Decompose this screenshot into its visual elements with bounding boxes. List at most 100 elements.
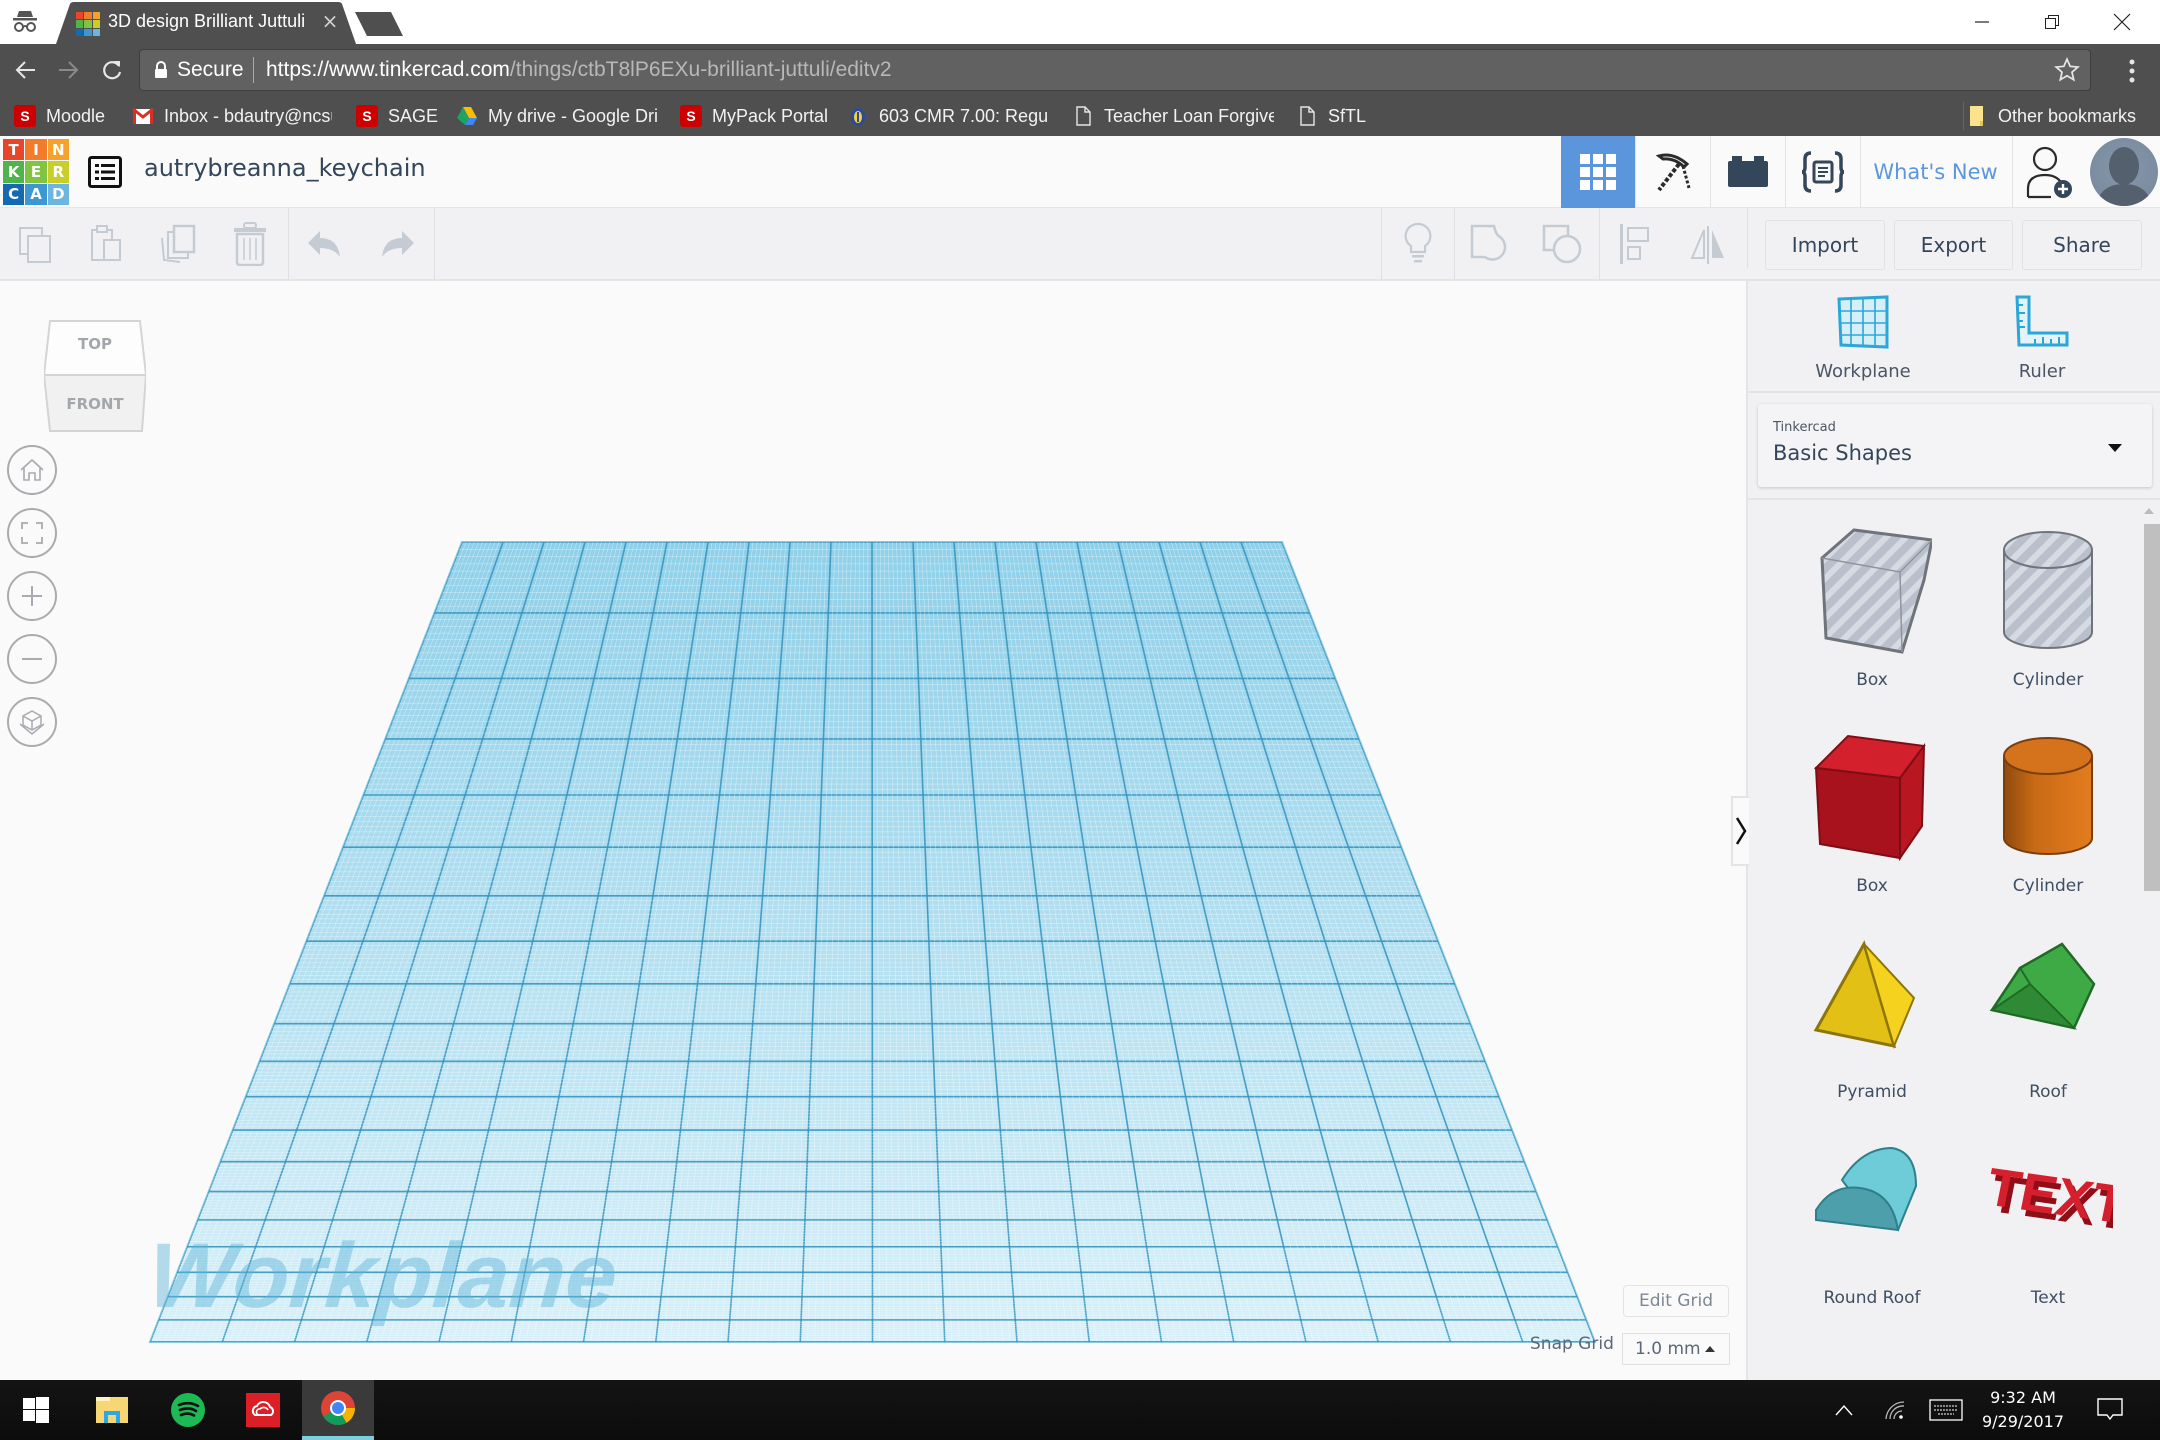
round-roof-icon bbox=[1815, 1146, 1918, 1232]
fit-view-button[interactable] bbox=[7, 508, 57, 558]
taskbar-file-explorer[interactable] bbox=[76, 1380, 148, 1440]
mirror-button[interactable] bbox=[1686, 222, 1730, 266]
cylinder-icon bbox=[2003, 737, 2093, 855]
scroll-up-arrow-icon[interactable] bbox=[2144, 508, 2154, 514]
bookmark-star-icon[interactable] bbox=[2054, 57, 2080, 83]
whats-new-link[interactable]: What's New bbox=[1860, 136, 2010, 208]
shape-text[interactable]: TEXT TEXT Text bbox=[1960, 1132, 2136, 1338]
projection-button[interactable] bbox=[7, 697, 57, 747]
bookmark-item[interactable]: SfTL bbox=[1296, 104, 1366, 128]
panel-scrollbar[interactable] bbox=[2136, 500, 2160, 1380]
shape-label: Cylinder bbox=[2012, 670, 2084, 690]
bookmark-label: 603 CMR 7.00: Regula bbox=[879, 105, 1047, 126]
roof-icon bbox=[1989, 942, 2096, 1030]
snap-grid-value: 1.0 mm bbox=[1635, 1339, 1701, 1359]
export-button[interactable]: Export bbox=[1894, 220, 2013, 270]
logo-letter: A bbox=[25, 183, 47, 205]
shape-pyramid[interactable]: Pyramid bbox=[1784, 926, 1960, 1132]
tray-overflow-button[interactable] bbox=[1832, 1394, 1856, 1426]
view-cube[interactable]: TOP FRONT bbox=[42, 317, 148, 435]
ungroup-button[interactable] bbox=[1540, 222, 1584, 266]
ruler-tool-button[interactable]: Ruler bbox=[1972, 295, 2112, 395]
shape-library-select[interactable]: Tinkercad Basic Shapes bbox=[1758, 404, 2152, 487]
start-button[interactable] bbox=[0, 1380, 72, 1440]
bookmark-item[interactable]: Inbox - bdautry@ncsu bbox=[132, 104, 332, 128]
toolbar-separator bbox=[1454, 208, 1455, 281]
browser-tab-active[interactable]: 3D design Brilliant Juttuli × bbox=[56, 2, 356, 44]
home-view-button[interactable] bbox=[7, 445, 57, 495]
group-button[interactable] bbox=[1468, 222, 1512, 266]
user-avatar[interactable] bbox=[2090, 138, 2158, 206]
codeblocks-view-button[interactable] bbox=[1785, 136, 1859, 208]
3d-canvas[interactable]: Workplane TOP FRONT Edit Grid Snap Grid … bbox=[0, 281, 1746, 1380]
design-title[interactable]: autrybreanna_keychain bbox=[144, 154, 426, 182]
duplicate-button[interactable] bbox=[156, 222, 200, 266]
action-center-button[interactable] bbox=[2094, 1394, 2126, 1426]
design-list-icon[interactable] bbox=[88, 156, 122, 188]
paste-button[interactable] bbox=[85, 222, 129, 266]
share-button[interactable]: Share bbox=[2022, 220, 2142, 270]
shape-cylinder-hole[interactable]: Cylinder bbox=[1960, 514, 2136, 720]
import-button[interactable]: Import bbox=[1765, 220, 1885, 270]
tinkercad-logo[interactable]: T I N K E R C A D bbox=[3, 139, 69, 205]
bricks-view-button[interactable] bbox=[1710, 136, 1784, 208]
zoom-out-button[interactable] bbox=[7, 634, 57, 684]
back-button[interactable] bbox=[8, 52, 44, 88]
shape-round-roof[interactable]: Round Roof bbox=[1784, 1132, 1960, 1338]
tray-keyboard-button[interactable] bbox=[1928, 1394, 1964, 1426]
shape-roof[interactable]: Roof bbox=[1960, 926, 2136, 1132]
copy-button[interactable] bbox=[14, 222, 58, 266]
scrollbar-thumb[interactable] bbox=[2144, 524, 2160, 891]
window-close-button[interactable] bbox=[2092, 0, 2152, 44]
bookmark-item[interactable]: My drive - Google Drive bbox=[456, 104, 658, 128]
taskbar-spotify[interactable] bbox=[152, 1380, 224, 1440]
shape-label: Box bbox=[1856, 876, 1888, 896]
shape-cylinder[interactable]: Cylinder bbox=[1960, 720, 2136, 926]
snap-grid-label: Snap Grid bbox=[1530, 1334, 1614, 1354]
forward-button[interactable] bbox=[50, 52, 86, 88]
bookmark-item[interactable]: S SAGE bbox=[356, 104, 438, 128]
taskbar-clock[interactable]: 9:32 AM 9/29/2017 bbox=[1975, 1386, 2071, 1434]
shape-box[interactable]: Box bbox=[1784, 720, 1960, 926]
tray-network-button[interactable] bbox=[1882, 1394, 1908, 1426]
shape-label: Roof bbox=[2029, 1082, 2067, 1102]
workplane-tool-button[interactable]: Workplane bbox=[1793, 295, 1933, 395]
address-bar[interactable]: Secure https://www.tinkercad.com/things/… bbox=[139, 49, 2091, 91]
reload-button[interactable] bbox=[94, 52, 130, 88]
cylinder-hole-icon bbox=[2003, 531, 2093, 649]
trash-icon bbox=[234, 222, 266, 266]
toolbar-separator bbox=[1747, 208, 1748, 268]
taskbar-chrome[interactable] bbox=[302, 1380, 374, 1440]
3d-view-button[interactable] bbox=[1561, 136, 1635, 208]
url-text[interactable]: https://www.tinkercad.com/things/ctbT8lP… bbox=[266, 58, 892, 82]
panel-collapse-button[interactable] bbox=[1731, 796, 1749, 866]
blocks-view-button[interactable] bbox=[1635, 136, 1709, 208]
ncsu-icon: S bbox=[14, 105, 36, 127]
bookmark-item[interactable]: S MyPack Portal bbox=[680, 104, 828, 128]
new-tab-button[interactable] bbox=[355, 12, 403, 36]
delete-button[interactable] bbox=[228, 222, 272, 266]
taskbar-creative-cloud[interactable] bbox=[227, 1380, 299, 1440]
other-bookmarks[interactable]: Other bookmarks bbox=[1966, 104, 2136, 128]
shape-box-hole[interactable]: Box bbox=[1784, 514, 1960, 720]
edit-grid-button[interactable]: Edit Grid bbox=[1623, 1285, 1729, 1317]
undo-button[interactable] bbox=[304, 222, 348, 266]
incognito-icon bbox=[13, 11, 37, 32]
workplane-label: Workplane bbox=[145, 1224, 621, 1327]
bookmark-item[interactable]: 603 CMR 7.00: Regula bbox=[847, 104, 1047, 128]
browser-menu-icon[interactable] bbox=[2120, 56, 2144, 86]
app-header: T I N K E R C A D autrybreanna_keychain bbox=[0, 136, 2160, 208]
zoom-in-button[interactable] bbox=[7, 571, 57, 621]
snap-grid-select[interactable]: 1.0 mm bbox=[1622, 1333, 1730, 1365]
tab-close-button[interactable]: × bbox=[318, 8, 342, 34]
align-button[interactable] bbox=[1614, 222, 1658, 266]
window-restore-button[interactable] bbox=[2022, 0, 2082, 44]
window-minimize-button[interactable] bbox=[1952, 0, 2012, 44]
ruler-tool-label: Ruler bbox=[2018, 361, 2066, 382]
notes-button[interactable] bbox=[1396, 222, 1440, 266]
bookmark-item[interactable]: S Moodle bbox=[14, 104, 105, 128]
workplane[interactable]: Workplane bbox=[0, 281, 1746, 1380]
add-user-button[interactable] bbox=[2012, 136, 2086, 208]
redo-button[interactable] bbox=[374, 222, 418, 266]
bookmark-item[interactable]: Teacher Loan Forgiven bbox=[1072, 104, 1274, 128]
